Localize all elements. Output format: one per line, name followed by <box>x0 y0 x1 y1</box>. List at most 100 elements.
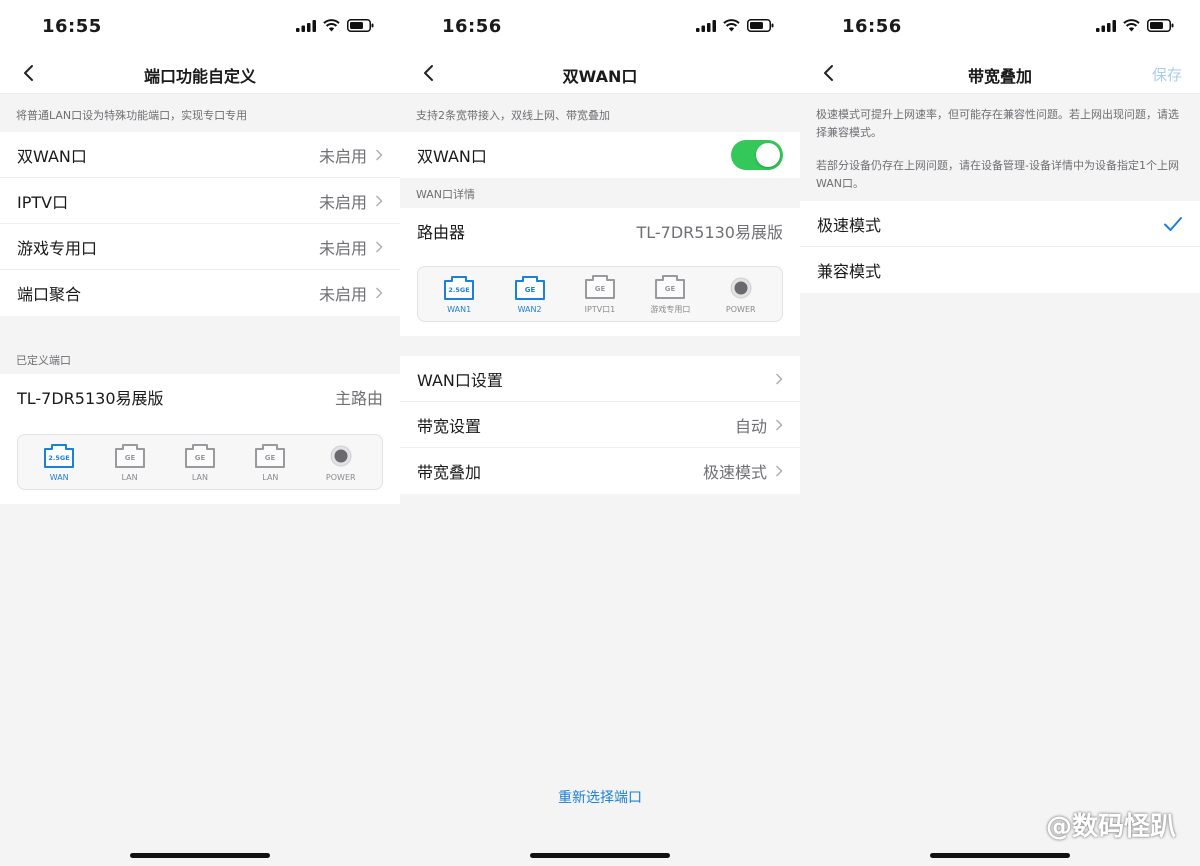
mode-options: 极速模式 兼容模式 <box>800 201 1200 293</box>
status-bar: 16:56 <box>400 0 800 52</box>
nav-bar: 端口功能自定义 <box>0 52 400 94</box>
port-label: IPTV口1 <box>584 304 616 314</box>
port-chip-label: GE <box>195 454 206 462</box>
port-label: WAN1 <box>447 304 472 314</box>
ports-panel-wrap: 2.5GE WAN1 GE WAN2 GE IPTV口1 GE 游戏专用口 POWER <box>400 254 800 336</box>
ethernet-port-icon: 2.5GE <box>44 443 75 468</box>
hint-text-device: 若部分设备仍存在上网问题，请在设备管理-设备详情中为设备指定1个上网WAN口。 <box>816 159 1179 190</box>
row-wan-settings[interactable]: WAN口设置 <box>400 356 800 402</box>
status-time: 16:56 <box>442 16 502 37</box>
status-bar: 16:56 <box>800 0 1200 52</box>
wifi-icon <box>1123 19 1140 32</box>
cellular-signal-icon <box>296 19 316 32</box>
chevron-right-icon <box>375 194 383 207</box>
dual-wan-toggle-group: 双WAN口 <box>400 132 800 178</box>
port-label: LAN <box>121 472 138 482</box>
row-dual-wan-toggle: 双WAN口 <box>400 132 800 178</box>
ethernet-port: GE LAN <box>240 443 300 482</box>
wan-settings-list: WAN口设置 带宽设置 自动 带宽叠加 极速模式 <box>400 356 800 494</box>
ports-panel-wrap: 2.5GE WAN GE LAN GE LAN GE LAN POWER <box>0 420 400 504</box>
port-label: WAN2 <box>517 304 542 314</box>
row-device[interactable]: TL-7DR5130易展版 主路由 <box>0 374 400 420</box>
battery-icon <box>747 19 774 32</box>
row-iptv[interactable]: IPTV口 未启用 <box>0 178 400 224</box>
checkmark-icon <box>1164 216 1182 231</box>
ports-panel: 2.5GE WAN1 GE WAN2 GE IPTV口1 GE 游戏专用口 POWER <box>417 266 783 322</box>
row-value: 极速模式 <box>702 463 767 482</box>
page-title: 端口功能自定义 <box>143 67 256 86</box>
row-router: 路由器 TL-7DR5130易展版 <box>400 208 800 254</box>
dual-wan-toggle[interactable] <box>731 140 783 170</box>
port-chip-label: GE <box>524 286 535 294</box>
chevron-right-icon <box>375 287 383 299</box>
port-label: 游戏专用口 <box>650 304 691 314</box>
row-port-aggregation[interactable]: 端口聚合 未启用 <box>0 270 400 316</box>
section-title: 已定义端口 <box>16 354 71 367</box>
page-title: 带宽叠加 <box>967 67 1032 86</box>
row-label: WAN口设置 <box>417 370 503 390</box>
row-label: 游戏专用口 <box>17 238 98 258</box>
row-value: 自动 <box>734 416 767 436</box>
option-label: 极速模式 <box>817 215 882 235</box>
ethernet-port: GE LAN <box>100 443 160 482</box>
ports-panel: 2.5GE WAN GE LAN GE LAN GE LAN POWER <box>17 434 383 490</box>
battery-icon <box>347 19 374 32</box>
hint-text: 将普通LAN口设为特殊功能端口，实现专口专用 <box>16 109 248 122</box>
row-game-port[interactable]: 游戏专用口 未启用 <box>0 224 400 270</box>
port-label: WAN <box>49 472 69 482</box>
row-label: 端口聚合 <box>17 285 82 304</box>
row-label: 带宽叠加 <box>417 463 482 482</box>
chevron-right-icon <box>775 418 783 431</box>
ethernet-port: GE LAN <box>170 443 230 482</box>
status-bar: 16:55 <box>0 0 400 52</box>
ethernet-port-icon: GE <box>584 274 615 299</box>
row-label: IPTV口 <box>17 192 69 212</box>
chevron-right-icon <box>775 465 783 477</box>
port-label: LAN <box>262 472 279 482</box>
row-label: 带宽设置 <box>417 416 482 436</box>
home-indicator <box>930 853 1070 858</box>
home-indicator <box>130 853 270 858</box>
hint-text-compat: 极速模式可提升上网速率，但可能存在兼容性问题。若上网出现问题，请选择兼容模式。 <box>816 108 1179 139</box>
row-bandwidth-settings[interactable]: 带宽设置 自动 <box>400 402 800 448</box>
cellular-signal-icon <box>696 19 716 32</box>
save-button[interactable]: 保存 <box>1152 64 1182 85</box>
row-dual-wan[interactable]: 双WAN口 未启用 <box>0 132 400 178</box>
reselect-ports-link[interactable]: 重新选择端口 <box>400 787 800 807</box>
device-role: 主路由 <box>334 389 383 408</box>
option-compat-mode[interactable]: 兼容模式 <box>800 247 1200 293</box>
system-icons <box>1096 19 1174 32</box>
chevron-right-icon <box>375 240 383 253</box>
ethernet-port: GE IPTV口1 <box>570 274 630 315</box>
row-value: 未启用 <box>318 192 367 212</box>
ethernet-port: GE WAN2 <box>500 275 560 314</box>
port-label: POWER <box>725 304 756 314</box>
power-port: POWER <box>711 275 771 314</box>
system-icons <box>696 19 774 32</box>
port-chip-label: GE <box>595 285 606 293</box>
hint-text: 支持2条宽带接入，双线上网、带宽叠加 <box>416 109 610 122</box>
nav-bar: 双WAN口 <box>400 52 800 94</box>
ethernet-port: GE 游戏专用口 <box>640 274 700 315</box>
port-chip-label: 2.5GE <box>49 454 70 462</box>
row-value: 未启用 <box>318 285 367 304</box>
power-jack-icon <box>330 445 352 466</box>
battery-icon <box>1147 19 1174 32</box>
option-fast-mode[interactable]: 极速模式 <box>800 201 1200 247</box>
port-function-list: 双WAN口 未启用 IPTV口 未启用 游戏专用口 未启用 端口聚合 未启用 <box>0 132 400 316</box>
ethernet-port-icon: GE <box>255 443 286 468</box>
port-chip-label: 2.5GE <box>449 286 470 294</box>
cellular-signal-icon <box>1096 19 1116 32</box>
ethernet-port-icon: GE <box>114 443 145 468</box>
ethernet-port: 2.5GE WAN <box>29 443 89 482</box>
chevron-right-icon <box>775 372 783 385</box>
row-label: 双WAN口 <box>17 146 87 166</box>
row-bandwidth-stacking[interactable]: 带宽叠加 极速模式 <box>400 448 800 494</box>
home-indicator <box>530 853 670 858</box>
router-label: 路由器 <box>417 223 466 242</box>
row-value: 未启用 <box>318 146 367 166</box>
system-icons <box>296 19 374 32</box>
row-value: 未启用 <box>318 238 367 258</box>
section-title: WAN口详情 <box>416 188 476 201</box>
option-label: 兼容模式 <box>817 262 882 281</box>
